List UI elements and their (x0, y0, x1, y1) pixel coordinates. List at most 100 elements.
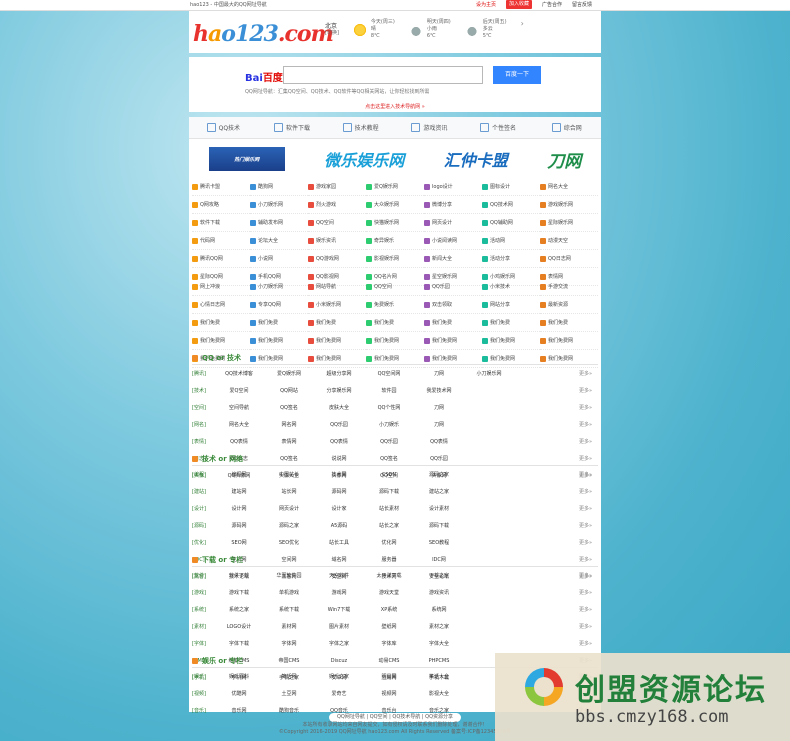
site-link[interactable]: 我们免费 (540, 314, 598, 332)
row-link[interactable]: 站长之家 (364, 522, 414, 529)
site-link[interactable]: 我们免费 (424, 314, 482, 332)
site-link[interactable]: 我们免费网 (540, 332, 598, 350)
weather-city[interactable]: 北京 [切换] (325, 19, 339, 40)
site-link[interactable]: logo设计 (424, 178, 482, 196)
row-link[interactable]: 超级分享网 (314, 370, 364, 377)
site-link[interactable]: 我们免费网 (482, 332, 540, 350)
row-link[interactable]: 游戏下载 (214, 589, 264, 596)
notice-link[interactable]: 点击这里进入技术导航网 » (189, 103, 601, 110)
row-category[interactable]: [素材] (192, 623, 214, 630)
site-link[interactable]: 小刀娱乐网 (250, 278, 308, 296)
site-link[interactable]: 快猫娱乐网 (366, 214, 424, 232)
site-link[interactable]: 小刀娱乐网 (250, 196, 308, 214)
row-link[interactable]: 影视大全 (414, 690, 464, 697)
row-link[interactable]: 刀网 (414, 421, 464, 428)
site-link[interactable]: 网上冲浪 (192, 278, 250, 296)
site-link[interactable]: 小米娱乐网 (308, 296, 366, 314)
city-switch[interactable]: [切换] (325, 30, 339, 37)
row-category[interactable]: [软件] (192, 572, 214, 579)
tab-general[interactable]: 综合网 (532, 117, 601, 138)
search-button[interactable]: 百度一下 (493, 66, 541, 84)
site-link[interactable]: 影视娱乐网 (366, 250, 424, 268)
row-link[interactable]: 网名网 (264, 421, 314, 428)
site-link[interactable]: 我们免费网 (250, 332, 308, 350)
row-category[interactable]: [源码] (192, 522, 214, 529)
site-link[interactable]: 小米技术 (482, 278, 540, 296)
row-link[interactable]: 爱Q娱乐网 (264, 370, 314, 377)
more-link[interactable]: 更多» (579, 438, 598, 445)
row-link[interactable]: A5源码 (314, 522, 364, 529)
row-category[interactable]: [设计] (192, 505, 214, 512)
row-link[interactable]: QQ乐园 (314, 421, 364, 428)
row-link[interactable]: 娱乐百科 (214, 673, 264, 680)
tab-qq-tech[interactable]: QQ技术 (189, 117, 258, 138)
row-category[interactable]: [视频] (192, 690, 214, 697)
search-input[interactable] (283, 66, 483, 84)
row-link[interactable]: 小刀娱乐 (364, 421, 414, 428)
chevron-right-icon[interactable]: › (521, 19, 524, 40)
site-link[interactable]: 动漫天空 (540, 232, 598, 250)
more-link[interactable]: 更多» (579, 522, 598, 529)
row-category[interactable]: [网名] (192, 421, 214, 428)
more-link[interactable]: 更多» (579, 370, 598, 377)
row-link[interactable]: 我爱技术网 (414, 387, 464, 394)
site-link[interactable]: QQ日志网 (540, 250, 598, 268)
row-category[interactable]: [腾讯] (192, 370, 214, 377)
site-link[interactable]: 网站分享 (482, 296, 540, 314)
site-link[interactable]: 我们免费网 (308, 332, 366, 350)
site-link[interactable]: 活动网 (482, 232, 540, 250)
ad-link[interactable]: 广告合作 (542, 1, 562, 8)
row-link[interactable]: 设计家 (314, 505, 364, 512)
row-link[interactable]: 优酷网 (214, 690, 264, 697)
site-link[interactable]: 我们免费网 (192, 332, 250, 350)
site-link[interactable]: 我们免费 (366, 314, 424, 332)
more-link[interactable]: 更多» (579, 623, 598, 630)
row-link[interactable]: QQ网站 (264, 387, 314, 394)
row-link[interactable]: 系统下载 (264, 606, 314, 613)
site-link[interactable]: 爱Q娱乐网 (366, 178, 424, 196)
site-link[interactable]: QQ辅助网 (482, 214, 540, 232)
row-link[interactable]: 土豆网 (264, 690, 314, 697)
site-logo[interactable]: hao123.com (193, 21, 334, 47)
row-link[interactable]: 天空软件 (314, 572, 364, 579)
row-link[interactable]: 软件下载 (214, 572, 264, 579)
site-link[interactable]: 手游交流 (540, 278, 598, 296)
row-link[interactable]: 系统之家 (214, 606, 264, 613)
site-link[interactable]: 大众娱乐网 (366, 196, 424, 214)
site-link[interactable]: 新闻大全 (424, 250, 482, 268)
row-link[interactable]: 字体库 (364, 640, 414, 647)
row-link[interactable]: QQ个性网 (364, 404, 414, 411)
more-link[interactable]: 更多» (579, 572, 598, 579)
more-link[interactable]: 更多» (579, 471, 598, 478)
site-link[interactable]: QQ乐园 (424, 278, 482, 296)
banner-2[interactable]: 微乐娱乐网 (324, 147, 404, 171)
row-link[interactable]: 建站网 (214, 488, 264, 495)
site-link[interactable]: 微博分享 (424, 196, 482, 214)
site-link[interactable]: 奇异娱乐 (366, 232, 424, 250)
site-link[interactable]: 腾讯卡盟 (192, 178, 250, 196)
row-link[interactable]: 分享娱乐网 (314, 387, 364, 394)
row-link[interactable]: 站长网 (264, 488, 314, 495)
favorite-link[interactable]: 加入收藏 (505, 0, 532, 9)
banner-1[interactable]: 热门娱乐网 (208, 147, 285, 171)
site-link[interactable]: 最新资源 (540, 296, 598, 314)
site-link[interactable]: 游戏家园 (308, 178, 366, 196)
row-link[interactable]: 笑话网 (264, 673, 314, 680)
row-category[interactable]: [表情] (192, 438, 214, 445)
row-link[interactable]: QQ签名 (264, 404, 314, 411)
row-link[interactable]: QQ空间网 (364, 370, 414, 377)
site-link[interactable]: 活动分享 (482, 250, 540, 268)
set-homepage-link[interactable]: 设为主页 (476, 1, 496, 8)
site-link[interactable]: 软件下载 (192, 214, 250, 232)
row-link[interactable]: 刀网 (414, 370, 464, 377)
row-link[interactable]: 字体之家 (314, 640, 364, 647)
row-link[interactable]: 优化网 (364, 539, 414, 546)
site-link[interactable]: 游戏娱乐网 (540, 196, 598, 214)
row-link[interactable]: 源码之家 (414, 471, 464, 478)
row-link[interactable]: 下载之家 (414, 572, 464, 579)
row-link[interactable]: 源码网 (214, 522, 264, 529)
site-link[interactable]: 我们免费 (192, 314, 250, 332)
row-link[interactable]: 爱奇艺 (314, 690, 364, 697)
row-link[interactable]: 设计网 (214, 505, 264, 512)
row-link[interactable]: 字体大全 (414, 640, 464, 647)
